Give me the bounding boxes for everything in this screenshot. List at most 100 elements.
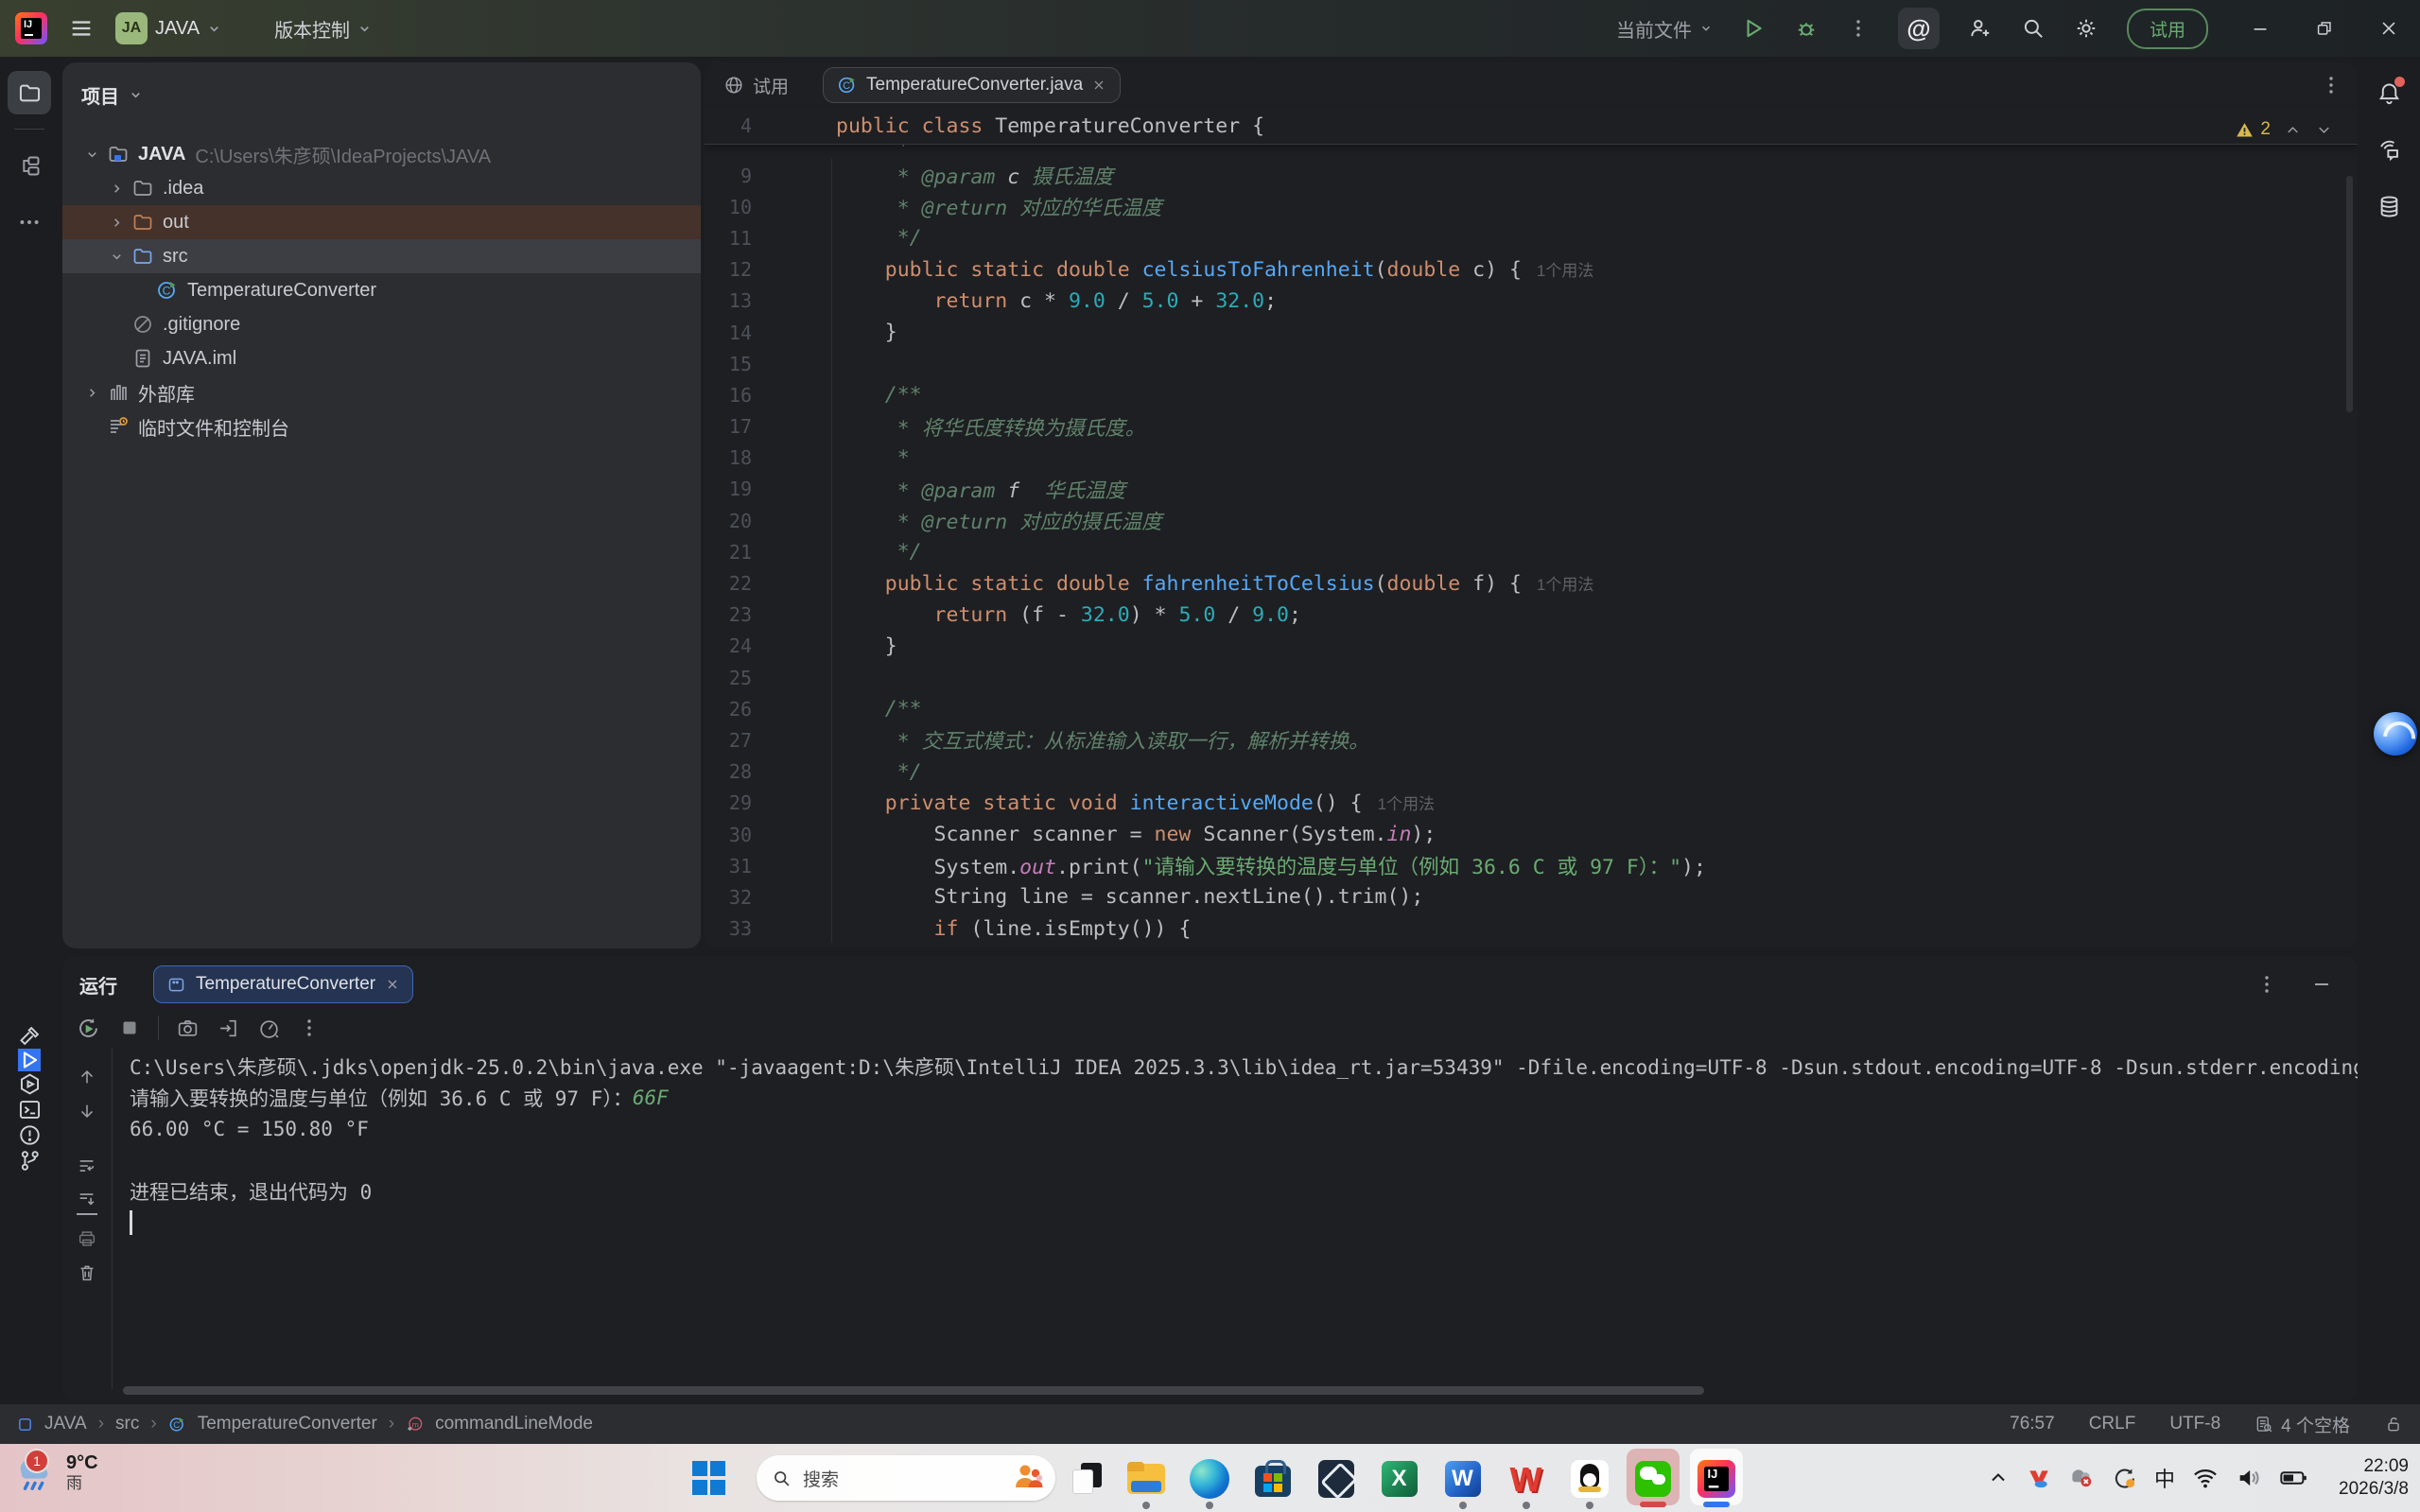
run-tool-icon[interactable] [18,1049,41,1071]
code-line-27[interactable]: 27 * 交互式模式：从标准输入读取一行，解析并转换。 [705,724,2358,756]
code-line-11[interactable]: 11 */ [705,222,2358,253]
code-line-29[interactable]: 29 private static void interactiveMode()… [705,788,2358,819]
code-line-26[interactable]: 26 /** [705,693,2358,724]
vcs-widget[interactable]: 版本控制 [274,15,372,43]
code-line-21[interactable]: 21 */ [705,536,2358,567]
code-line-30[interactable]: 30 Scanner scanner = new Scanner(System.… [705,819,2358,850]
code-with-me-icon[interactable] [1968,16,1993,41]
battery-icon[interactable] [2279,1467,2307,1489]
indent-setting[interactable]: 4 个空格 [2255,1412,2350,1437]
readonly-lock-icon[interactable] [2384,1415,2403,1434]
trial-button[interactable]: 试用 [2127,9,2208,49]
code-line-25[interactable]: 25 [705,662,2358,693]
taskbar-app-qq[interactable] [1558,1448,1621,1510]
terminal-tool-icon[interactable] [17,1097,43,1122]
code-line-33[interactable]: 33 if (line.isEmpty()) { [705,913,2358,945]
thread-dump-icon[interactable] [176,1017,200,1040]
tree-item-TemperatureConverter[interactable]: C TemperatureConverter [62,273,701,307]
toolbar-more-icon[interactable] [298,1017,321,1039]
code-line-22[interactable]: 22 public static double fahrenheitToCels… [705,567,2358,599]
taskbar-app-store[interactable] [1241,1448,1304,1510]
taskbar-app-excel[interactable]: X [1367,1448,1431,1510]
tree-item-.gitignore[interactable]: .gitignore [62,307,701,341]
chevron-right-icon[interactable] [79,386,104,400]
tree-item-out[interactable]: out [62,205,701,239]
trial-tab[interactable]: 试用 [723,73,789,98]
code-line-24[interactable]: 24 } [705,631,2358,662]
code-line-20[interactable]: 20 * @return 对应的摄氏温度 [705,505,2358,536]
weather-widget[interactable]: 1 9°C 雨 [13,1451,98,1493]
print-icon[interactable] [77,1228,97,1249]
prev-warning-icon[interactable] [2284,121,2302,139]
taskbar-app-idea[interactable]: IJ [1684,1448,1748,1510]
coverage-icon[interactable] [257,1017,281,1040]
code-line-18[interactable]: 18 * [705,443,2358,474]
code-line-19[interactable]: 19 * @param f 华氏温度 [705,474,2358,505]
code-area[interactable]: 9 * @param c 摄氏温度10 * @return 对应的华氏温度11 … [705,160,2358,945]
tree-item-外部库[interactable]: 外部库 [62,375,701,409]
chevron-right-icon[interactable] [104,216,129,230]
notifications-icon[interactable] [2367,71,2411,114]
settings-gear-icon[interactable] [2074,16,2098,41]
run-configuration-selector[interactable]: 当前文件 [1616,15,1713,43]
run-button[interactable] [1741,16,1766,41]
close-run-tab-icon[interactable] [385,977,400,992]
tray-clock[interactable]: 22:09 2026/3/8 [2339,1455,2409,1501]
tree-item-JAVA.iml[interactable]: JAVA.iml [62,341,701,375]
build-tool-icon[interactable] [17,1023,43,1049]
task-view-button[interactable] [1072,1463,1103,1493]
file-encoding[interactable]: UTF-8 [2169,1414,2220,1434]
sticky-line[interactable]: 4 public class TemperatureConverter { [705,108,2358,145]
more-actions-icon[interactable] [1847,17,1870,40]
database-tool-icon[interactable] [2367,184,2411,228]
tree-item-src[interactable]: src [62,239,701,273]
close-button[interactable] [2378,18,2399,39]
scroll-to-end-icon[interactable] [77,1190,97,1215]
crumb-src[interactable]: src [115,1414,139,1434]
more-tool-windows-icon[interactable] [8,200,51,244]
code-line-15[interactable]: 15 [705,348,2358,379]
start-button[interactable] [692,1461,726,1495]
project-tool-icon[interactable] [8,71,51,114]
clear-console-icon[interactable] [77,1262,97,1283]
taskbar-app-defender[interactable] [1304,1448,1367,1510]
wifi-icon[interactable] [2192,1466,2219,1490]
code-line-32[interactable]: 32 String line = scanner.nextLine().trim… [705,881,2358,912]
crumb-project[interactable]: JAVA [44,1414,87,1434]
console-output[interactable]: C:\Users\朱彦硕\.jdks\openjdk-25.0.2\bin\ja… [113,1049,2358,1389]
attach-console-icon[interactable] [217,1017,240,1040]
tree-item-.idea[interactable]: .idea [62,171,701,205]
crumb-method[interactable]: commandLineMode [435,1414,593,1434]
project-widget[interactable]: JA JAVA [115,12,221,44]
rerun-button[interactable] [76,1016,101,1041]
sync-pending-icon[interactable] [2112,1466,2137,1491]
taskbar-app-wps[interactable]: W [1494,1448,1558,1510]
tray-expand-icon[interactable] [1987,1467,2010,1489]
services-tool-icon[interactable] [17,1071,43,1097]
caret-position[interactable]: 76:57 [2010,1414,2055,1434]
code-line-14[interactable]: 14 } [705,317,2358,348]
code-line-12[interactable]: 12 public static double celsiusToFahrenh… [705,254,2358,286]
editor-tab-active[interactable]: C TemperatureConverter.java [823,67,1121,103]
chevron-down-icon[interactable] [104,250,129,264]
taskbar-app-explorer[interactable] [1114,1448,1177,1510]
ai-floating-button[interactable] [2374,712,2417,756]
tree-item-JAVA[interactable]: JAVAC:\Users\朱彦硕\IdeaProjects\JAVA [62,137,701,171]
hide-panel-icon[interactable] [2310,973,2333,996]
code-line-9[interactable]: 9 * @param c 摄氏温度 [705,160,2358,191]
code-line-23[interactable]: 23 return (f - 32.0) * 5.0 / 9.0; [705,600,2358,631]
taskbar-app-wechat[interactable] [1621,1448,1684,1510]
ime-indicator[interactable]: 中 [2154,1463,2175,1493]
run-tab-active[interactable]: TemperatureConverter [153,965,413,1003]
next-warning-icon[interactable] [2315,121,2333,139]
wps-cloud-icon[interactable] [2027,1466,2051,1490]
tree-item-临时文件和控制台[interactable]: 临时文件和控制台 [62,409,701,443]
git-tool-icon[interactable] [17,1148,43,1173]
chevron-down-icon[interactable] [79,148,104,162]
run-panel-options-icon[interactable] [2255,973,2278,996]
crumb-class[interactable]: TemperatureConverter [198,1414,377,1434]
stop-button[interactable] [118,1017,141,1039]
restore-button[interactable] [2314,18,2335,39]
code-line-28[interactable]: 28 */ [705,756,2358,788]
taskbar-app-edge[interactable] [1177,1448,1241,1510]
